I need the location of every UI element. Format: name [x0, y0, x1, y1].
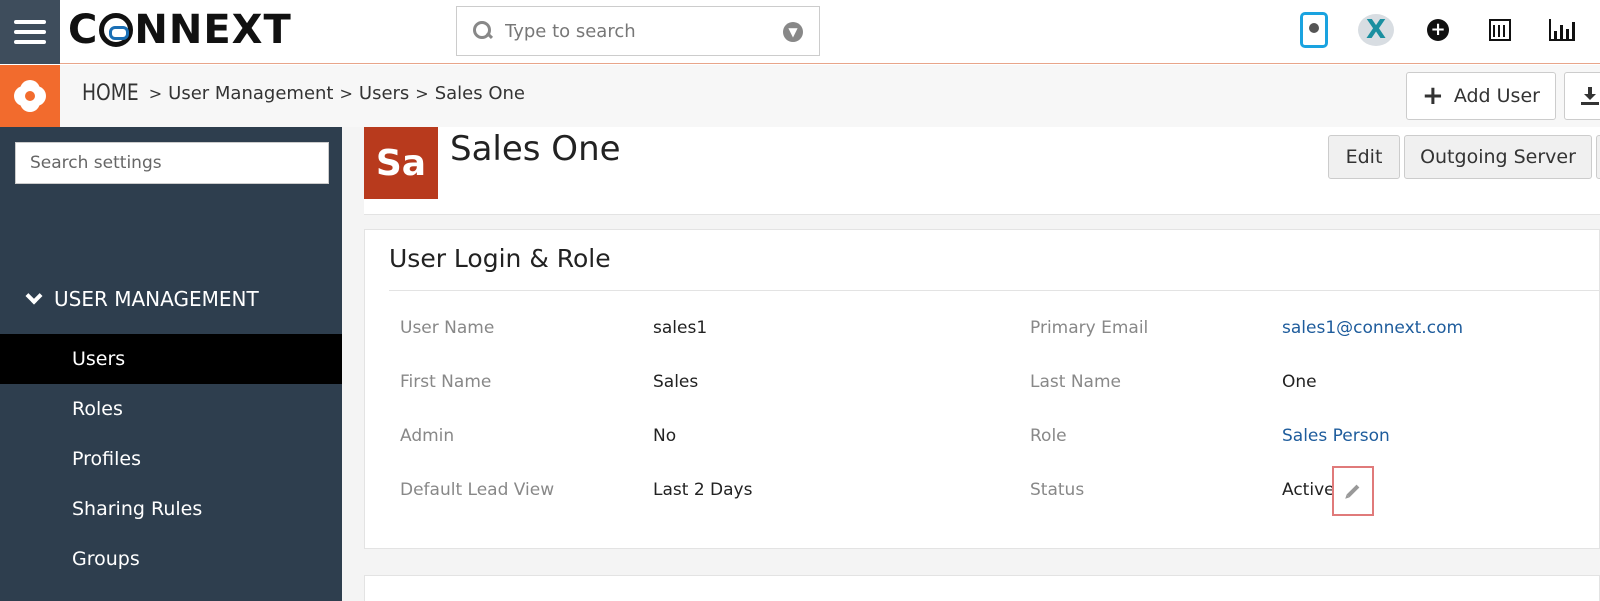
- sidebar-item-groups[interactable]: Groups: [0, 534, 342, 584]
- logo-o-icon: [99, 13, 134, 47]
- last-name-label: Last Name: [1030, 372, 1121, 392]
- default-lead-view-label: Default Lead View: [400, 480, 555, 500]
- user-login-role-card: User Login & Role User Name sales1 Prima…: [364, 229, 1600, 549]
- role-link[interactable]: Sales Person: [1282, 426, 1390, 446]
- plus-circle-icon[interactable]: +: [1420, 12, 1456, 48]
- export-button[interactable]: [1564, 72, 1600, 120]
- admin-label: Admin: [400, 426, 455, 446]
- chevron-down-icon[interactable]: ▼: [783, 22, 803, 42]
- breadcrumb-user-management[interactable]: User Management: [168, 83, 333, 104]
- sidebar-item-label: Groups: [72, 548, 140, 570]
- gear-icon[interactable]: [0, 65, 60, 127]
- status-edit-button[interactable]: [1332, 466, 1374, 516]
- first-name-label: First Name: [400, 372, 492, 392]
- logo-text-right: NNEXT: [134, 7, 292, 53]
- first-name-value: Sales: [653, 372, 699, 392]
- hamburger-icon[interactable]: [0, 0, 60, 64]
- download-icon: [1581, 87, 1599, 105]
- calendar-icon[interactable]: [1482, 12, 1518, 48]
- more-actions-button[interactable]: [1596, 135, 1600, 179]
- edit-button[interactable]: Edit: [1328, 135, 1400, 179]
- primary-email-label: Primary Email: [1030, 318, 1149, 338]
- sidebar-item-label: Users: [72, 348, 126, 370]
- sidebar-item-users[interactable]: Users: [0, 334, 342, 384]
- sidebar-item-profiles[interactable]: Profiles: [0, 434, 342, 484]
- section-divider: [389, 290, 1600, 291]
- user-name-label: User Name: [400, 318, 495, 338]
- main-content: Sa Sales One Edit Outgoing Server User L…: [342, 127, 1600, 601]
- sidebar-item-roles[interactable]: Roles: [0, 384, 342, 434]
- primary-email-link[interactable]: sales1@connext.com: [1282, 318, 1463, 338]
- breadcrumb-separator: >: [148, 84, 163, 103]
- sidebar-item-sharing-rules[interactable]: Sharing Rules: [0, 484, 342, 534]
- user-header: Sa Sales One Edit Outgoing Server: [364, 127, 1600, 215]
- add-user-label: Add User: [1453, 85, 1540, 107]
- default-lead-view-value: Last 2 Days: [653, 480, 753, 500]
- breadcrumb: HOME > User Management > Users > Sales O…: [82, 81, 525, 106]
- settings-search-input[interactable]: [15, 142, 329, 184]
- sidebar-section-label: USER MANAGEMENT: [54, 287, 259, 311]
- connext-x-icon[interactable]: X: [1358, 12, 1394, 48]
- outgoing-server-button[interactable]: Outgoing Server: [1404, 135, 1592, 179]
- breadcrumb-bar: HOME > User Management > Users > Sales O…: [0, 65, 1600, 127]
- top-bar: C NNEXT ▼ X +: [0, 0, 1600, 64]
- global-search-input[interactable]: [505, 20, 765, 42]
- breadcrumb-separator: >: [415, 84, 429, 103]
- sidebar-item-label: Sharing Rules: [72, 498, 203, 520]
- settings-sidebar: USER MANAGEMENT Users Roles Profiles Sha…: [0, 127, 342, 601]
- status-value: Active: [1282, 480, 1335, 500]
- chart-icon[interactable]: [1544, 12, 1580, 48]
- pencil-icon: [1346, 484, 1360, 498]
- last-name-value: One: [1282, 372, 1317, 392]
- connext-logo[interactable]: C NNEXT: [68, 6, 292, 54]
- top-icon-group: X +: [1296, 10, 1580, 50]
- logo-text-left: C: [68, 7, 99, 53]
- search-icon: [473, 21, 493, 41]
- next-section-card: [364, 575, 1600, 601]
- sidebar-item-label: Roles: [72, 398, 123, 420]
- page-title: Sales One: [450, 129, 621, 169]
- section-title: User Login & Role: [389, 244, 611, 273]
- breadcrumb-current: Sales One: [434, 83, 525, 104]
- mobile-app-icon[interactable]: [1296, 12, 1332, 48]
- breadcrumb-users[interactable]: Users: [359, 83, 409, 104]
- global-search: ▼: [456, 6, 820, 56]
- add-user-button[interactable]: + Add User: [1406, 72, 1556, 120]
- admin-value: No: [653, 426, 677, 446]
- plus-icon: +: [1422, 81, 1444, 111]
- breadcrumb-separator: >: [339, 84, 353, 103]
- status-label: Status: [1030, 480, 1085, 500]
- avatar: Sa: [364, 127, 438, 199]
- user-name-value: sales1: [653, 318, 708, 338]
- chevron-down-icon: [25, 287, 43, 305]
- sidebar-item-label: Profiles: [72, 448, 141, 470]
- sidebar-section-user-management[interactable]: USER MANAGEMENT: [25, 287, 259, 311]
- breadcrumb-home[interactable]: HOME: [82, 81, 139, 106]
- role-label: Role: [1030, 426, 1067, 446]
